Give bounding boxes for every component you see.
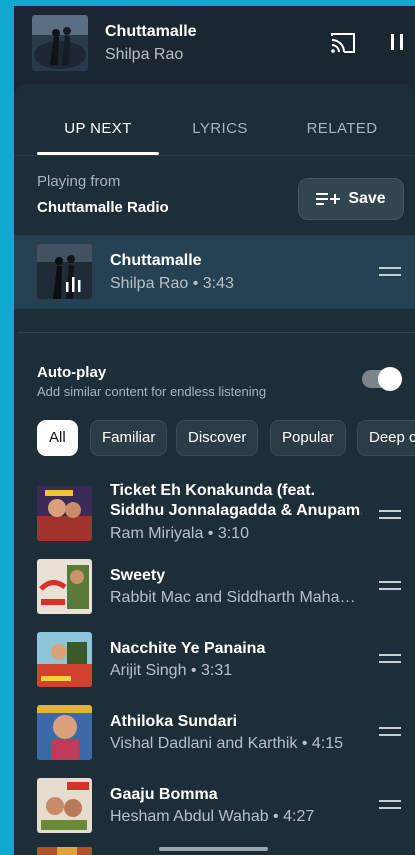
playlist-add-icon xyxy=(316,193,341,205)
chip-deep-cuts[interactable]: Deep cuts xyxy=(357,420,415,456)
queue-item[interactable]: Ticket Eh Konakunda (feat. Siddhu Jonnal… xyxy=(14,476,415,546)
cast-icon[interactable] xyxy=(330,32,356,54)
track-art-partial xyxy=(37,846,92,855)
track-subtitle: Ram Miriyala • 3:10 xyxy=(110,525,249,542)
mini-player-title: Chuttamalle xyxy=(105,23,197,40)
tab-bar: UP NEXT LYRICS RELATED xyxy=(14,84,415,156)
mini-player-artist: Shilpa Rao xyxy=(105,46,184,63)
pause-icon[interactable] xyxy=(390,32,404,52)
mini-player[interactable]: Chuttamalle Shilpa Rao xyxy=(14,6,415,84)
autoplay-toggle[interactable] xyxy=(362,367,402,391)
track-title: Athiloka Sundari xyxy=(110,713,238,730)
drag-handle-icon[interactable] xyxy=(379,581,401,591)
track-subtitle: Arijit Singh • 3:31 xyxy=(110,662,233,679)
tab-up-next[interactable]: UP NEXT xyxy=(37,120,159,137)
queue-item[interactable]: Athiloka Sundari Vishal Dadlani and Kart… xyxy=(14,697,415,767)
track-art xyxy=(37,486,92,541)
toggle-knob xyxy=(378,367,402,391)
now-playing-art xyxy=(37,244,92,299)
now-playing-row[interactable]: Chuttamalle Shilpa Rao • 3:43 xyxy=(14,235,415,309)
track-title: Gaaju Bomma xyxy=(110,786,218,803)
queue-item[interactable]: Sweety Rabbit Mac and Siddharth Maha… xyxy=(14,551,415,621)
playing-from-label: Playing from xyxy=(37,173,121,190)
app-frame: Chuttamalle Shilpa Rao UP NEXT LYRICS RE… xyxy=(14,6,415,855)
track-art xyxy=(37,705,92,760)
save-button-label: Save xyxy=(348,190,386,207)
track-art xyxy=(37,632,92,687)
radio-source: Chuttamalle Radio xyxy=(37,199,169,216)
tab-divider xyxy=(14,155,415,156)
autoplay-subtitle: Add similar content for endless listenin… xyxy=(37,384,267,399)
chip-familiar[interactable]: Familiar xyxy=(90,420,168,456)
track-subtitle: Rabbit Mac and Siddharth Maha… xyxy=(110,589,356,606)
save-button[interactable]: Save xyxy=(298,178,404,220)
tab-lyrics[interactable]: LYRICS xyxy=(159,120,281,137)
drag-handle-icon[interactable] xyxy=(379,654,401,664)
track-title: Sweety xyxy=(110,567,166,584)
queue-item[interactable]: Gaaju Bomma Hesham Abdul Wahab • 4:27 xyxy=(14,770,415,840)
drag-handle-icon[interactable] xyxy=(379,727,401,737)
autoplay-title: Auto-play xyxy=(37,364,107,381)
chip-discover[interactable]: Discover xyxy=(176,420,259,456)
chip-popular[interactable]: Popular xyxy=(270,420,346,456)
now-playing-title: Chuttamalle xyxy=(110,252,202,269)
track-art xyxy=(37,778,92,833)
tab-related[interactable]: RELATED xyxy=(281,120,403,137)
section-divider xyxy=(18,332,415,333)
album-art xyxy=(32,15,88,71)
track-title-line1: Ticket Eh Konakunda (feat. xyxy=(110,482,316,499)
drag-handle-icon[interactable] xyxy=(379,510,401,520)
track-subtitle: Vishal Dadlani and Karthik • 4:15 xyxy=(110,735,344,752)
drag-handle-icon[interactable] xyxy=(379,267,401,277)
equalizer-icon xyxy=(66,277,81,292)
drag-handle-icon[interactable] xyxy=(379,800,401,810)
track-subtitle: Hesham Abdul Wahab • 4:27 xyxy=(110,808,315,825)
track-title-line2: Siddhu Jonnalagadda & Anupam… xyxy=(110,502,362,519)
home-indicator[interactable] xyxy=(159,847,268,851)
queue-item[interactable]: Nacchite Ye Panaina Arijit Singh • 3:31 xyxy=(14,624,415,694)
chip-all[interactable]: All xyxy=(37,420,78,456)
track-title: Nacchite Ye Panaina xyxy=(110,640,266,657)
queue-panel: UP NEXT LYRICS RELATED Playing from Chut… xyxy=(14,84,415,855)
now-playing-subtitle: Shilpa Rao • 3:43 xyxy=(110,275,234,292)
filter-chips: All Familiar Discover Popular Deep cuts xyxy=(37,420,415,456)
track-art xyxy=(37,559,92,614)
